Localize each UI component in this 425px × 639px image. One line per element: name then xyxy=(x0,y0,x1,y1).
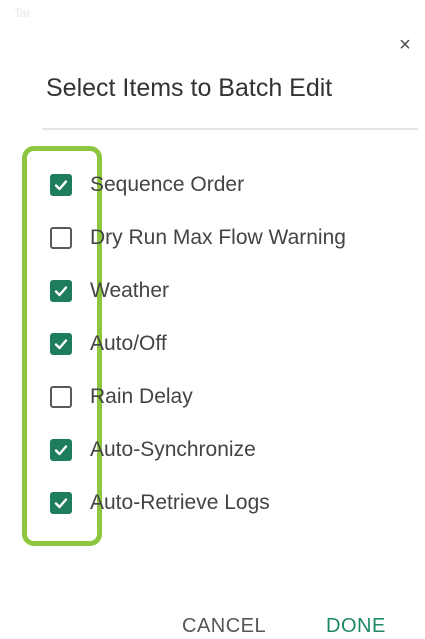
checklist-item-label: Rain Delay xyxy=(90,385,193,408)
dialog-title: Select Items to Batch Edit xyxy=(46,74,333,102)
checklist-item-label: Sequence Order xyxy=(90,173,245,196)
checklist-item-label: Auto-Synchronize xyxy=(90,438,256,461)
checkmark-icon xyxy=(54,286,68,297)
checkmark-icon xyxy=(54,498,68,509)
checkbox-checked[interactable] xyxy=(50,280,72,302)
close-icon[interactable]: × xyxy=(394,34,416,56)
checklist-item[interactable]: Auto/Off xyxy=(50,329,167,359)
cancel-button[interactable]: CANCEL xyxy=(182,615,266,638)
checklist-item[interactable]: Dry Run Max Flow Warning xyxy=(50,223,346,253)
title-divider xyxy=(42,128,418,130)
done-button[interactable]: DONE xyxy=(326,615,386,638)
checkmark-icon xyxy=(54,180,68,191)
checkbox-unchecked[interactable] xyxy=(50,227,72,249)
faint-corner-text: Tar xyxy=(14,6,31,20)
checkmark-icon xyxy=(54,339,68,350)
checklist-item-label: Dry Run Max Flow Warning xyxy=(90,226,346,249)
checklist-item[interactable]: Weather xyxy=(50,276,169,306)
checklist-item[interactable]: Sequence Order xyxy=(50,170,244,200)
checkbox-checked[interactable] xyxy=(50,174,72,196)
checklist-item-label: Auto-Retrieve Logs xyxy=(90,491,270,514)
batch-edit-dialog: Tar × Select Items to Batch Edit Sequenc… xyxy=(0,0,425,639)
checklist-item-label: Weather xyxy=(90,279,169,302)
checklist-item[interactable]: Auto-Synchronize xyxy=(50,435,256,465)
checkbox-checked[interactable] xyxy=(50,333,72,355)
checkbox-unchecked[interactable] xyxy=(50,386,72,408)
checkbox-checked[interactable] xyxy=(50,492,72,514)
checkmark-icon xyxy=(54,445,68,456)
checklist-item-label: Auto/Off xyxy=(90,332,167,355)
checklist-item[interactable]: Rain Delay xyxy=(50,382,193,412)
checkbox-checked[interactable] xyxy=(50,439,72,461)
checklist-item[interactable]: Auto-Retrieve Logs xyxy=(50,488,270,518)
